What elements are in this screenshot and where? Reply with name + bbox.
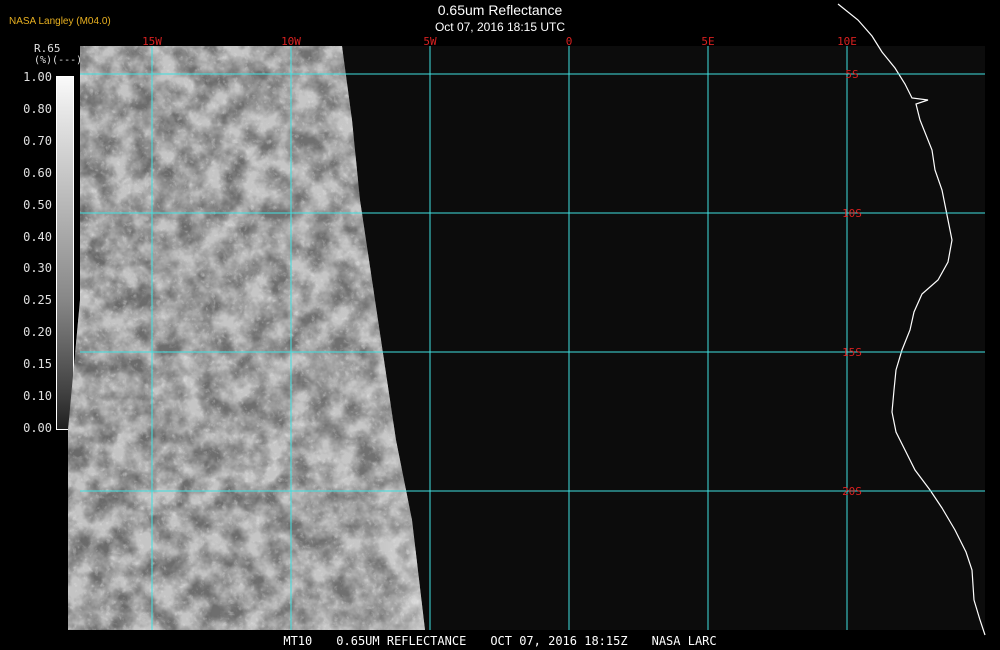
satellite-map: 15W 10W 5W 0 5E 10E 5S 10S 15S 20S xyxy=(68,3,986,636)
footer-satellite: MT10 xyxy=(283,634,313,648)
longitude-label: 0 xyxy=(566,35,573,48)
longitude-label: 5E xyxy=(701,35,714,48)
latitude-label: 20S xyxy=(842,485,862,498)
longitude-label: 15W xyxy=(142,35,162,48)
footer-agency: NASA LARC xyxy=(651,634,717,648)
latitude-label: 10S xyxy=(842,207,862,220)
footer-caption: MT10 0.65UM REFLECTANCE OCT 07, 2016 18:15… xyxy=(0,634,1000,648)
longitude-label: 10E xyxy=(837,35,857,48)
longitude-label: 10W xyxy=(281,35,301,48)
longitude-label: 5W xyxy=(423,35,437,48)
latitude-label: 15S xyxy=(842,346,862,359)
latitude-label: 5S xyxy=(845,68,858,81)
footer-date: OCT 07, 2016 18:15Z xyxy=(490,634,628,648)
footer-product: 0.65UM REFLECTANCE xyxy=(336,634,467,648)
